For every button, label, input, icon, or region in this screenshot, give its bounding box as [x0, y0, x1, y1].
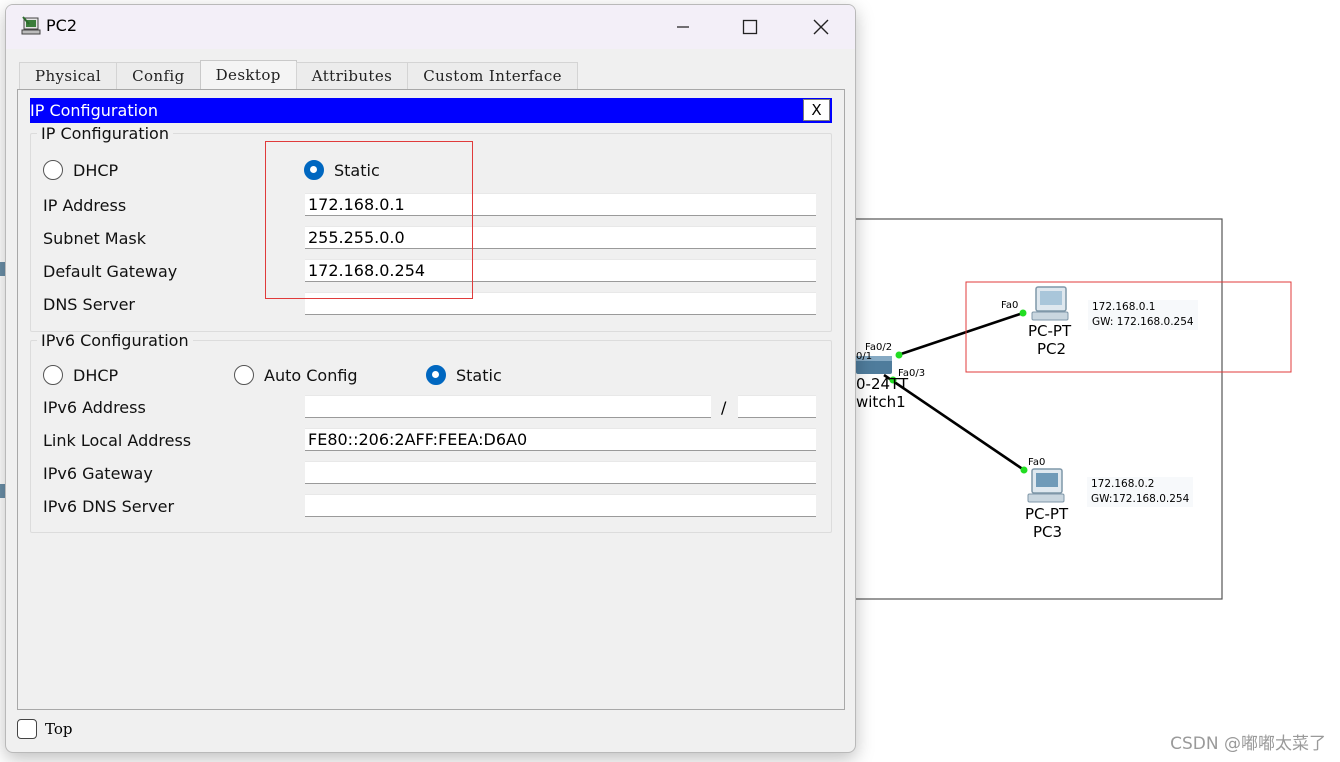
pc3-type-label: PC-PT [1025, 505, 1069, 523]
ipv6-dhcp-label: DHCP [73, 365, 119, 385]
ip-config-title: IP Configuration [30, 101, 158, 120]
pc2-ip-note-address: 172.168.0.1 [1092, 301, 1156, 313]
ipv4-group-title: IP Configuration [41, 124, 169, 143]
ipv6-dns-server-field[interactable] [305, 494, 816, 517]
ipv4-dhcp-radio[interactable]: DHCP [43, 160, 118, 180]
ipv6-dhcp-radio[interactable]: DHCP [43, 365, 118, 385]
pc2-ip-note: 172.168.0.1 GW: 172.168.0.254 [1088, 300, 1198, 330]
link-endpoint [1019, 309, 1027, 317]
checkbox-icon [17, 719, 37, 739]
prefix-separator: / [721, 398, 727, 417]
ipv6-gateway-label: IPv6 Gateway [43, 464, 153, 483]
top-checkbox-label: Top [45, 720, 73, 738]
pc2-computer-icon[interactable] [1031, 286, 1069, 321]
window-titlebar[interactable]: PC2 [6, 5, 855, 49]
pc2-port-label: Fa0 [1001, 300, 1019, 311]
switch-port-label: 0/1 [856, 351, 873, 362]
pc3-ip-note: 172.168.0.2 GW:172.168.0.254 [1087, 477, 1194, 507]
radio-circle-icon [234, 365, 254, 385]
pc2-name-label: PC2 [1037, 340, 1067, 358]
radio-circle-icon [43, 160, 63, 180]
ipv6-dns-server-label: IPv6 DNS Server [43, 497, 175, 516]
radio-circle-icon [43, 365, 63, 385]
dns-server-label: DNS Server [43, 295, 135, 314]
top-checkbox[interactable]: Top [17, 719, 72, 739]
link-local-address-field[interactable]: FE80::206:2AFF:FEEA:D6A0 [305, 428, 816, 451]
desktop-panel: IP Configuration X IP Configuration DHCP… [17, 89, 845, 710]
pc3-name-label: PC3 [1033, 523, 1063, 541]
subnet-mask-label: Subnet Mask [43, 229, 147, 248]
minimize-icon [677, 26, 689, 28]
pc3-ip-note-gateway: GW:172.168.0.254 [1091, 493, 1190, 505]
switch-model-label: 0-24TT [856, 375, 909, 393]
close-window-button[interactable] [798, 11, 844, 43]
tab-desktop[interactable]: Desktop [199, 60, 297, 89]
window-title: PC2 [46, 16, 77, 35]
close-icon [813, 19, 829, 35]
minimize-button[interactable] [660, 11, 706, 43]
pc2-ip-note-gateway: GW: 172.168.0.254 [1092, 316, 1194, 328]
link-endpoint [1020, 466, 1028, 474]
maximize-icon [742, 19, 758, 35]
tab-attributes[interactable]: Attributes [295, 62, 409, 89]
link-endpoint [895, 351, 903, 359]
switch-name-label: witch1 [856, 393, 906, 411]
maximize-button[interactable] [727, 11, 773, 43]
ipv6-auto-config-label: Auto Config [264, 365, 358, 385]
ip-address-label: IP Address [43, 196, 127, 215]
pc3-computer-icon[interactable] [1027, 468, 1065, 503]
tab-bar: Physical Config Desktop Attributes Custo… [19, 60, 578, 89]
ipv6-static-radio[interactable]: Static [426, 365, 502, 385]
ipv6-address-label: IPv6 Address [43, 398, 146, 417]
link-switch-pc2[interactable] [897, 311, 1024, 357]
default-gateway-label: Default Gateway [43, 262, 178, 281]
ip-config-titlebar: IP Configuration X [30, 98, 832, 123]
radio-selected-icon [426, 365, 446, 385]
ipv6-static-label: Static [456, 365, 502, 385]
pc2-type-label: PC-PT [1028, 322, 1072, 340]
ipv6-address-field[interactable] [305, 395, 711, 418]
packet-tracer-pc-icon [21, 16, 41, 35]
ipv6-auto-config-radio[interactable]: Auto Config [234, 365, 358, 385]
ipv6-gateway-field[interactable] [305, 461, 816, 484]
pc3-ip-note-address: 172.168.0.2 [1091, 478, 1155, 490]
pc3-port-label: Fa0 [1028, 457, 1046, 468]
static-config-highlight-box [265, 141, 473, 299]
pc2-window[interactable]: PC2 Physical Config Desktop Attributes C… [5, 4, 856, 753]
link-local-address-label: Link Local Address [43, 431, 192, 450]
ipv4-dhcp-label: DHCP [73, 160, 119, 180]
ipv6-group-title: IPv6 Configuration [41, 331, 189, 350]
tab-config[interactable]: Config [116, 62, 201, 89]
watermark: CSDN @嘟嘟太菜了 [1170, 734, 1326, 754]
tab-custom-interface[interactable]: Custom Interface [407, 62, 578, 89]
ip-config-close-button[interactable]: X [803, 99, 830, 121]
ipv6-prefix-field[interactable] [738, 395, 816, 418]
tab-physical[interactable]: Physical [19, 62, 118, 89]
